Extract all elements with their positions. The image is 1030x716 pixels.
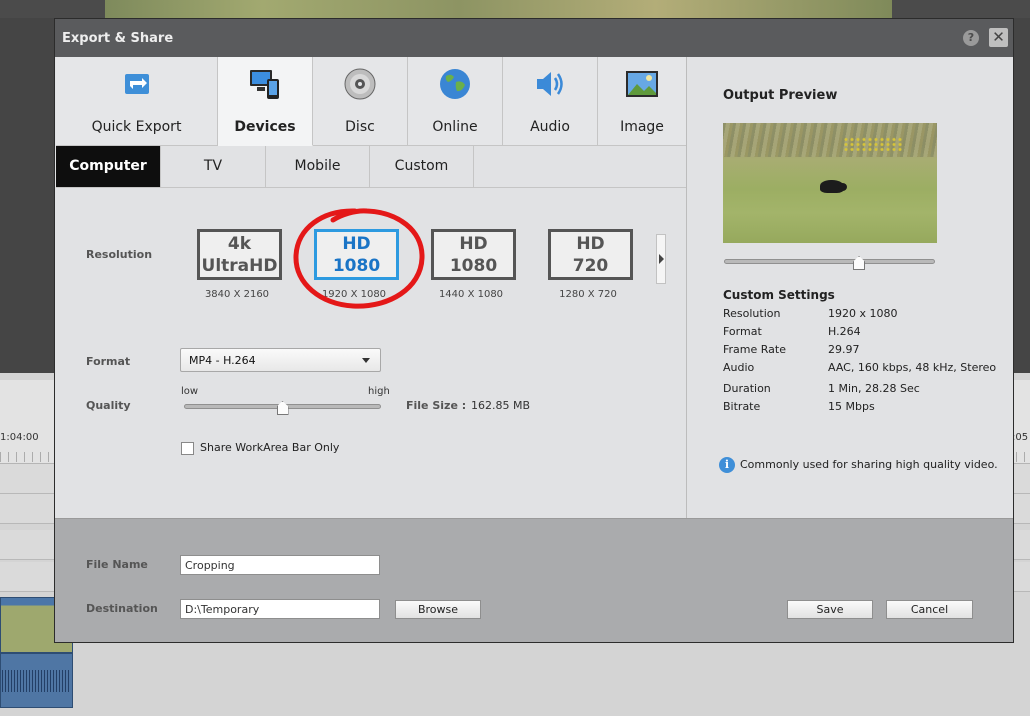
cancel-button[interactable]: Cancel [886,600,973,619]
tab-label: Quick Export [91,119,182,135]
resolution-line1: HD [459,234,488,254]
destination-label: Destination [86,602,158,615]
tab-devices[interactable]: Devices [218,57,313,146]
help-icon[interactable]: ? [963,30,979,46]
tab-quick-export[interactable]: Quick Export [56,57,218,146]
tab-label: Image [620,119,664,135]
resolution-line2: 1080 [449,256,498,276]
file-name-input[interactable]: Cropping [180,555,380,575]
app-left-panel [0,18,56,373]
export-share-dialog: Export & Share ? ✕ Quick Export Devices … [54,18,1014,643]
setting-value: 1 Min, 28.28 Sec [828,382,920,395]
device-subtabs: Computer TV Mobile Custom [56,146,686,188]
browse-button[interactable]: Browse [395,600,481,619]
image-icon [626,71,658,97]
disc-icon [344,68,376,100]
chevron-down-icon [362,358,370,363]
setting-key: Frame Rate [723,343,786,356]
quality-low-label: low [181,386,199,397]
dialog-footer: File Name Cropping Destination D:\Tempor… [55,518,1013,642]
tab-label: Audio [530,119,570,135]
tab-label: Online [432,119,478,135]
format-value: MP4 - H.264 [189,354,256,367]
setting-key: Duration [723,382,771,395]
subtab-computer[interactable]: Computer [56,146,161,187]
output-preview-title: Output Preview [723,88,838,103]
resolution-4k-uhd[interactable]: 4k UltraHD [197,229,282,280]
info-icon: i [719,457,735,473]
format-label: Format [86,355,131,368]
pane-divider [686,57,687,518]
file-name-label: File Name [86,558,148,571]
resolution-line1: HD [576,234,605,254]
devices-icon [250,70,279,99]
speaker-icon [537,72,563,96]
subtab-custom[interactable]: Custom [370,146,474,187]
video-monitor-strip [105,0,892,18]
tab-image[interactable]: Image [598,57,686,146]
tab-audio[interactable]: Audio [503,57,598,146]
quality-label: Quality [86,399,131,412]
resolution-hd-720[interactable]: HD 720 [548,229,633,280]
info-text: Commonly used for sharing high quality v… [740,458,998,471]
setting-key: Bitrate [723,400,761,413]
setting-key: Format [723,325,762,338]
tab-label: Devices [234,119,296,135]
share-workarea-label: Share WorkArea Bar Only [200,441,340,454]
file-size-value: 162.85 MB [471,399,531,412]
file-size-label: File Size : [406,399,467,412]
resolution-dims: 3840 X 2160 [204,289,270,300]
resolution-line2: 720 [572,256,609,276]
resolution-dims: 1280 X 720 [559,289,617,300]
close-icon[interactable]: ✕ [989,28,1008,47]
resolution-label: Resolution [86,248,153,261]
resolution-line1: 4k [227,234,252,254]
dialog-title: Export & Share [62,31,174,46]
setting-value: H.264 [828,325,861,338]
format-select[interactable]: MP4 - H.264 [180,348,381,372]
custom-settings-title: Custom Settings [723,288,835,302]
timeline-time-left: 1:04:00 [0,432,39,443]
destination-input[interactable]: D:\Temporary [180,599,380,619]
preview-scrubber[interactable] [724,259,935,264]
resolution-dims: 1440 X 1080 [438,289,504,300]
setting-value: 15 Mbps [828,400,875,413]
setting-key: Resolution [723,307,781,320]
setting-value: 1920 x 1080 [828,307,898,320]
quick-export-icon [124,74,149,94]
quality-high-label: high [368,386,390,397]
resolution-line2: UltraHD [201,256,278,276]
setting-key: Audio [723,361,755,374]
audio-waveform [2,670,71,692]
save-button[interactable]: Save [787,600,873,619]
subtab-tv[interactable]: TV [161,146,266,187]
setting-value: AAC, 160 kbps, 48 kHz, Stereo [828,361,997,374]
tab-label: Disc [345,119,375,135]
output-preview-image [723,123,937,243]
dialog-titlebar: Export & Share ? ✕ [55,19,1013,57]
resolution-hd-1080-1440[interactable]: HD 1080 [431,229,516,280]
tab-online[interactable]: Online [408,57,503,146]
resolution-next-arrow[interactable] [656,234,666,284]
tab-disc[interactable]: Disc [313,57,408,146]
annotation-circle [293,208,425,309]
share-workarea-checkbox[interactable] [181,442,194,455]
setting-value: 29.97 [828,343,860,356]
subtab-mobile[interactable]: Mobile [266,146,370,187]
globe-icon [440,69,470,99]
timeline-time-right: :05 [1012,432,1029,443]
